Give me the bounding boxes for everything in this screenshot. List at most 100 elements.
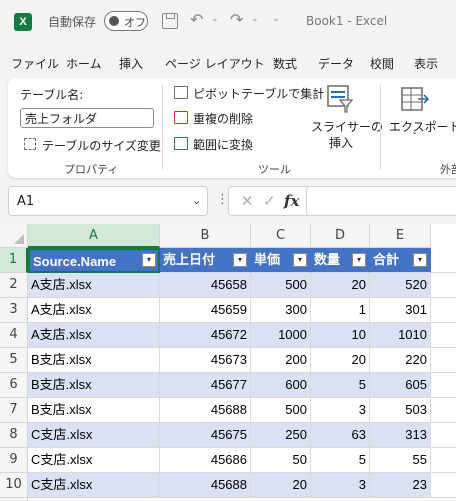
table-cell[interactable]: 45658 — [160, 273, 251, 298]
table-cell[interactable]: 20 — [311, 348, 370, 373]
row-header-9[interactable]: 9 — [0, 448, 28, 473]
table-cell[interactable]: A支店.xlsx — [28, 273, 160, 298]
remove-duplicates-button[interactable]: 重複の削除 — [193, 110, 253, 127]
empty-cell[interactable] — [431, 373, 456, 398]
table-cell[interactable]: B支店.xlsx — [28, 348, 160, 373]
column-header-a[interactable]: A — [28, 224, 160, 248]
table-cell[interactable]: 1000 — [251, 323, 311, 348]
row-header-4[interactable]: 4 — [0, 323, 28, 348]
empty-cell[interactable] — [431, 398, 456, 423]
table-cell[interactable]: 45672 — [160, 323, 251, 348]
table-cell[interactable]: 520 — [370, 273, 431, 298]
tab-file[interactable]: ファイル — [11, 55, 59, 72]
filter-dropdown-icon[interactable]: ▾ — [293, 253, 307, 267]
tab-page-layout[interactable]: ページ レイアウト — [165, 55, 265, 72]
filter-dropdown-icon[interactable]: ▾ — [233, 253, 247, 267]
row-header-1[interactable]: 1 — [0, 248, 28, 273]
undo-icon[interactable]: ↶ — [190, 10, 203, 29]
table-cell[interactable]: 301 — [370, 298, 431, 323]
tab-view[interactable]: 表示 — [414, 55, 438, 72]
row-header-8[interactable]: 8 — [0, 423, 28, 448]
redo-dropdown-icon[interactable]: ⌄ — [251, 14, 259, 24]
filter-dropdown-icon[interactable]: ▾ — [352, 253, 366, 267]
export-chevron-icon[interactable]: ˇ — [412, 132, 417, 143]
row-header-6[interactable]: 6 — [0, 373, 28, 398]
name-box[interactable]: A1 — [8, 186, 208, 216]
table-cell[interactable]: 45688 — [160, 398, 251, 423]
table-cell[interactable]: 45675 — [160, 423, 251, 448]
export-button[interactable]: エクスポート — [389, 118, 456, 135]
table-cell[interactable]: 23 — [370, 473, 431, 498]
table-cell[interactable]: 45677 — [160, 373, 251, 398]
formula-input[interactable] — [306, 186, 456, 216]
convert-to-range-button[interactable]: 範囲に変換 — [193, 136, 253, 153]
empty-cell[interactable] — [431, 248, 456, 273]
table-cell[interactable]: 20 — [311, 273, 370, 298]
column-header-e[interactable]: E — [370, 224, 431, 248]
name-box-chevron-icon[interactable]: ⌄ — [192, 194, 201, 207]
enter-icon[interactable]: ✓ — [263, 192, 276, 210]
table-cell[interactable]: 10 — [311, 323, 370, 348]
table-cell[interactable]: C支店.xlsx — [28, 473, 160, 498]
table-cell[interactable]: 600 — [251, 373, 311, 398]
table-cell[interactable]: 45673 — [160, 348, 251, 373]
table-cell[interactable]: 500 — [251, 398, 311, 423]
table-header-cell[interactable]: Source.Name — [28, 248, 160, 273]
save-icon[interactable] — [162, 13, 178, 29]
table-cell[interactable]: 3 — [311, 473, 370, 498]
table-cell[interactable]: 63 — [311, 423, 370, 448]
table-cell[interactable]: 605 — [370, 373, 431, 398]
table-cell[interactable]: 45659 — [160, 298, 251, 323]
table-cell[interactable]: 500 — [251, 273, 311, 298]
table-cell[interactable]: 220 — [370, 348, 431, 373]
tab-formulas[interactable]: 数式 — [273, 55, 297, 72]
empty-cell[interactable] — [431, 298, 456, 323]
table-cell[interactable]: A支店.xlsx — [28, 298, 160, 323]
cancel-icon[interactable]: ✕ — [241, 192, 254, 210]
select-all-corner[interactable] — [0, 224, 28, 248]
table-cell[interactable]: 45686 — [160, 448, 251, 473]
table-cell[interactable]: 3 — [311, 398, 370, 423]
tab-insert[interactable]: 挿入 — [119, 55, 143, 72]
filter-dropdown-icon[interactable]: ▾ — [413, 253, 427, 267]
table-cell[interactable]: 313 — [370, 423, 431, 448]
table-cell[interactable]: 503 — [370, 398, 431, 423]
table-cell[interactable]: 20 — [251, 473, 311, 498]
table-cell[interactable]: 1 — [311, 298, 370, 323]
empty-cell[interactable] — [431, 323, 456, 348]
table-cell[interactable]: C支店.xlsx — [28, 423, 160, 448]
table-cell[interactable]: A支店.xlsx — [28, 323, 160, 348]
row-header-5[interactable]: 5 — [0, 348, 28, 373]
table-cell[interactable]: B支店.xlsx — [28, 373, 160, 398]
table-name-input[interactable] — [20, 108, 154, 128]
undo-dropdown-icon[interactable]: ⌄ — [211, 14, 219, 24]
row-header-10[interactable]: 10 — [0, 473, 28, 498]
row-header-2[interactable]: 2 — [0, 273, 28, 298]
table-cell[interactable]: 45688 — [160, 473, 251, 498]
insert-slicer-button[interactable]: スライサーの — [311, 118, 383, 135]
empty-cell[interactable] — [431, 448, 456, 473]
table-cell[interactable]: B支店.xlsx — [28, 398, 160, 423]
table-cell[interactable]: C支店.xlsx — [28, 448, 160, 473]
resize-table-button[interactable]: テーブルのサイズ変更 — [42, 137, 161, 154]
table-cell[interactable]: 300 — [251, 298, 311, 323]
table-cell[interactable]: 200 — [251, 348, 311, 373]
filter-dropdown-icon[interactable]: ▾ — [142, 253, 156, 267]
table-cell[interactable]: 50 — [251, 448, 311, 473]
column-header-c[interactable]: C — [251, 224, 311, 248]
row-header-7[interactable]: 7 — [0, 398, 28, 423]
table-cell[interactable]: 1010 — [370, 323, 431, 348]
table-cell[interactable]: 55 — [370, 448, 431, 473]
tab-home[interactable]: ホーム — [66, 55, 102, 72]
pivot-summary-button[interactable]: ピボットテーブルで集計 — [193, 85, 324, 102]
table-cell[interactable]: 250 — [251, 423, 311, 448]
empty-cell[interactable] — [431, 348, 456, 373]
table-cell[interactable]: 5 — [311, 448, 370, 473]
empty-cell[interactable] — [431, 473, 456, 498]
empty-cell[interactable] — [431, 423, 456, 448]
column-header-b[interactable]: B — [160, 224, 251, 248]
tab-data[interactable]: データ — [318, 55, 354, 72]
tab-review[interactable]: 校閲 — [370, 55, 394, 72]
empty-cell[interactable] — [431, 273, 456, 298]
row-header-3[interactable]: 3 — [0, 298, 28, 323]
